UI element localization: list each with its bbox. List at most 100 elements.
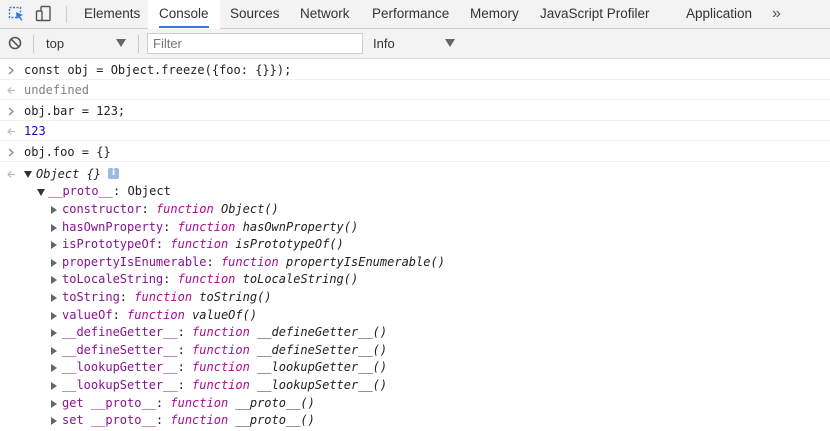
tab-label: Sources [230,6,280,21]
function-keyword: function [220,254,279,269]
proto-member-row[interactable]: __defineSetter__: function __defineSette… [62,343,387,357]
tab-elements[interactable]: Elements [84,0,140,28]
member-name: toLocaleString [62,272,164,287]
proto-member-row[interactable]: get __proto__: function __proto__() [62,396,315,410]
more-tabs-button[interactable]: » [772,0,781,28]
function-signature: __proto__() [235,413,315,428]
clear-console-icon[interactable] [8,36,22,50]
tab-network[interactable]: Network [300,0,350,28]
result-arrow-icon [7,171,15,178]
function-keyword: function [134,290,193,304]
log-level-select[interactable]: Info [373,29,395,59]
console-result-line: undefined [0,80,830,100]
expand-triangle-icon[interactable] [51,276,57,285]
console-result: undefined [24,83,90,97]
console-command: obj.foo = {} [24,145,111,159]
expand-triangle-icon[interactable] [51,258,57,267]
proto-member-row[interactable]: isPrototypeOf: function isPrototypeOf() [62,237,344,251]
member-name: constructor [62,202,142,216]
tab-console[interactable]: Console [148,0,220,29]
function-keyword: function [192,342,250,357]
expand-triangle-icon[interactable] [51,382,57,390]
tab-label: Memory [470,6,519,21]
proto-member-row[interactable]: constructor: function Object() [62,202,279,216]
expand-triangle-icon[interactable] [51,311,57,320]
expand-triangle-icon[interactable] [51,294,57,302]
function-signature: propertyIsEnumerable() [285,254,445,269]
expand-triangle-icon[interactable] [51,346,57,355]
info-icon[interactable]: i [108,168,119,179]
expand-triangle-icon[interactable] [37,189,45,196]
expand-triangle-icon[interactable] [24,171,32,178]
tab-label: Application [686,6,753,21]
proto-member-row[interactable]: toLocaleString: function toLocaleString(… [62,272,358,286]
proto-member-row[interactable]: hasOwnProperty: function hasOwnProperty(… [62,220,358,234]
expand-triangle-icon[interactable] [51,241,57,250]
proto-member-row[interactable]: toString: function toString() [62,290,272,304]
tab-application[interactable]: Application [686,0,752,28]
function-signature: __proto__() [235,395,315,410]
function-signature: isPrototypeOf() [235,237,344,252]
device-toolbar-icon[interactable] [35,5,53,23]
function-signature: hasOwnProperty() [242,219,359,234]
tab-label: JavaScript Profiler [540,6,650,21]
member-name: valueOf [62,307,113,322]
tab-memory[interactable]: Memory [470,0,519,28]
result-arrow-icon [7,87,15,94]
function-keyword: function [177,219,236,234]
tab-sources[interactable]: Sources [230,0,280,28]
expand-triangle-icon[interactable] [51,364,57,373]
member-name: isPrototypeOf [62,237,156,252]
toolbar-divider [66,6,67,23]
proto-member-row[interactable]: propertyIsEnumerable: function propertyI… [62,255,445,269]
member-name: __defineSetter__ [62,342,178,357]
proto-row[interactable]: __proto__: Object [48,184,171,198]
expand-triangle-icon[interactable] [51,399,57,408]
expand-triangle-icon[interactable] [51,417,57,426]
object-summary[interactable]: Object {} [36,167,101,181]
proto-member-row[interactable]: set __proto__: function __proto__() [62,413,315,427]
prompt-chevron-icon [8,148,14,157]
member-name: set __proto__ [62,413,156,428]
proto-label: __proto__ [48,184,114,198]
console-command: obj.bar = 123; [24,104,126,118]
toolbar-divider [138,35,139,53]
console-toolbar: top Info [0,29,830,59]
inspect-element-icon[interactable] [8,5,26,23]
function-keyword: function [192,360,250,375]
function-keyword: function [192,325,250,340]
function-signature: __defineSetter__() [257,342,388,357]
tab-performance[interactable]: Performance [372,0,449,28]
filter-input[interactable] [147,33,363,54]
chevron-down-icon[interactable] [116,39,126,47]
member-name: __lookupSetter__ [62,378,178,392]
function-signature: __lookupSetter__() [257,378,388,392]
proto-member-row[interactable]: valueOf: function valueOf() [62,308,257,322]
expand-triangle-icon[interactable] [51,329,57,338]
proto-member-row[interactable]: __lookupGetter__: function __lookupGette… [62,360,387,374]
tab-javascript-profiler[interactable]: JavaScript Profiler [540,0,650,28]
tab-label: Network [300,6,350,21]
function-keyword: function [192,378,250,392]
result-arrow-icon [7,128,15,135]
function-keyword: function [170,237,229,252]
function-signature: valueOf() [192,307,258,322]
member-name: propertyIsEnumerable [62,254,207,269]
execution-context-select[interactable]: top [46,29,64,59]
console-input-line: obj.foo = {} [0,141,830,162]
object-result-tree: Object {} i __proto__: Object constructo… [0,162,830,431]
expand-triangle-icon[interactable] [51,206,57,214]
prompt-chevron-icon [8,66,14,75]
function-signature: __lookupGetter__() [257,360,388,375]
toolbar-divider [33,35,34,53]
devtools-tab-bar: Elements Console Sources Network Perform… [0,0,830,29]
function-keyword: function [127,307,185,322]
proto-value: Object [127,184,171,198]
console-command: const obj = Object.freeze({foo: {}}); [24,63,292,77]
proto-member-row[interactable]: __lookupSetter__: function __lookupSette… [62,378,387,392]
expand-triangle-icon[interactable] [51,223,57,232]
proto-member-row[interactable]: __defineGetter__: function __defineGette… [62,325,387,339]
console-input-line: obj.bar = 123; [0,100,830,121]
function-keyword: function [177,272,236,287]
chevron-down-icon[interactable] [445,39,455,47]
